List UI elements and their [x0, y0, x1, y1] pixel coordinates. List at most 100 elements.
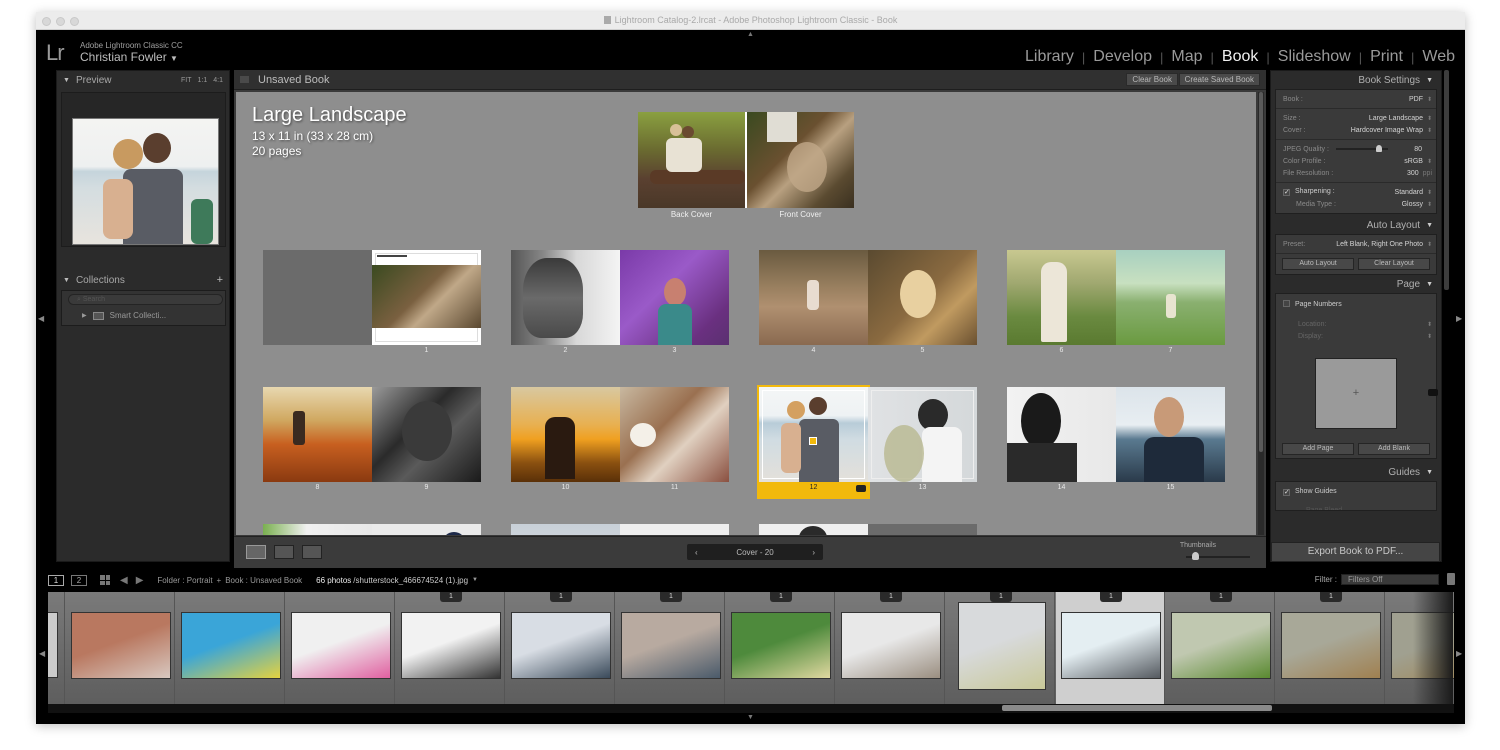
- next-page-icon[interactable]: ›: [812, 548, 815, 557]
- auto-layout-button[interactable]: Auto Layout: [1282, 258, 1354, 270]
- source-folder[interactable]: Folder : Portrait: [157, 576, 212, 585]
- single-page-view-button[interactable]: [302, 545, 322, 559]
- thumbnails-slider[interactable]: [1186, 552, 1250, 560]
- show-guides-checkbox[interactable]: ✓: [1283, 489, 1290, 496]
- module-print[interactable]: Print: [1370, 48, 1403, 66]
- page-7[interactable]: [1116, 250, 1225, 345]
- right-panel-scrollbar[interactable]: [1444, 70, 1449, 290]
- export-book-button[interactable]: Export Book to PDF...: [1271, 542, 1440, 562]
- collection-item[interactable]: ▶ Smart Collecti...: [82, 311, 166, 320]
- spread-12-13[interactable]: [759, 387, 977, 482]
- color-profile-select[interactable]: Color Profile : sRGB ⬍: [1276, 155, 1436, 167]
- page-15[interactable]: [1116, 387, 1225, 482]
- page-numbers-checkbox[interactable]: [1283, 300, 1290, 307]
- auto-layout-header[interactable]: Auto Layout ▼: [1271, 216, 1441, 234]
- page-bleed-row[interactable]: Page Bleed: [1276, 504, 1436, 511]
- caret-down-icon[interactable]: ▼: [472, 577, 478, 583]
- filmstrip-cell[interactable]: 1: [396, 592, 505, 704]
- previous-page-icon[interactable]: ‹: [695, 548, 698, 557]
- page-template-thumbnail[interactable]: +: [1315, 358, 1397, 429]
- multi-page-view-button[interactable]: [246, 545, 266, 559]
- filmstrip-cell-selected[interactable]: 1: [1056, 592, 1165, 704]
- filmstrip-cell[interactable]: [48, 592, 65, 704]
- spread-view-button[interactable]: [274, 545, 294, 559]
- bottom-panel-toggle-icon[interactable]: ▼: [747, 714, 754, 721]
- page-numbers-row[interactable]: Page Numbers: [1276, 298, 1436, 310]
- spread-18-19[interactable]: [511, 524, 729, 535]
- book-type-select[interactable]: Book : PDF ⬍: [1276, 93, 1436, 105]
- preset-select[interactable]: Preset: Left Blank, Right One Photo ⬍: [1276, 238, 1436, 250]
- module-slideshow[interactable]: Slideshow: [1278, 48, 1351, 66]
- forward-arrow-icon[interactable]: ▶: [136, 575, 144, 586]
- filmstrip-cell[interactable]: 1: [836, 592, 945, 704]
- filmstrip-cell[interactable]: 1: [506, 592, 615, 704]
- page-14[interactable]: [1007, 387, 1116, 482]
- module-book[interactable]: Book: [1222, 48, 1258, 66]
- page-6[interactable]: [1007, 250, 1116, 345]
- filmstrip-cell[interactable]: 1: [1276, 592, 1385, 704]
- filmstrip-scrollbar[interactable]: [1002, 705, 1272, 711]
- collections-panel-header[interactable]: ▼ Collections +: [57, 271, 229, 289]
- multi-page-view[interactable]: Large Landscape 13 x 11 in (33 x 28 cm) …: [236, 92, 1256, 535]
- add-blank-button[interactable]: Add Blank: [1358, 443, 1430, 455]
- page-5[interactable]: [868, 250, 977, 345]
- slider-knob[interactable]: [1375, 145, 1382, 152]
- filter-select[interactable]: Filters Off: [1341, 574, 1439, 585]
- filmstrip-cell[interactable]: [66, 592, 175, 704]
- zoom-4-1[interactable]: 4:1: [213, 77, 223, 84]
- spread-6-7[interactable]: [1007, 250, 1225, 345]
- page-20[interactable]: [759, 524, 868, 535]
- display-select[interactable]: Display: ⬍: [1276, 330, 1436, 342]
- top-panel-toggle-icon[interactable]: ▲: [747, 31, 754, 38]
- size-select[interactable]: Size : Large Landscape ⬍: [1276, 112, 1436, 124]
- spread-14-15[interactable]: [1007, 387, 1225, 482]
- spread-2-3[interactable]: [511, 250, 729, 345]
- source-book[interactable]: Book : Unsaved Book: [225, 576, 302, 585]
- back-arrow-icon[interactable]: ◀: [120, 575, 128, 586]
- module-library[interactable]: Library: [1025, 48, 1074, 66]
- media-type-select[interactable]: Media Type : Glossy ⬍: [1276, 198, 1436, 210]
- page-4[interactable]: [759, 250, 868, 345]
- filmstrip-cell[interactable]: 1: [946, 592, 1055, 704]
- spread-20[interactable]: [759, 524, 977, 535]
- zoom-1-1[interactable]: 1:1: [198, 77, 208, 84]
- sharpening-checkbox[interactable]: ✓: [1283, 189, 1290, 196]
- page-16[interactable]: [263, 524, 372, 535]
- photo-handle[interactable]: [809, 437, 817, 445]
- filmstrip-cell[interactable]: 1: [1166, 592, 1275, 704]
- page-10[interactable]: [511, 387, 620, 482]
- spread-4-5[interactable]: [759, 250, 977, 345]
- filmstrip-cell[interactable]: [286, 592, 395, 704]
- slider-knob[interactable]: [1192, 552, 1199, 560]
- filmstrip-scroll-right-icon[interactable]: ▶: [1456, 649, 1462, 658]
- secondary-window-button[interactable]: 2: [71, 574, 87, 586]
- filmstrip[interactable]: 1 1 1 1 1 1 1 1 1: [48, 592, 1454, 704]
- filmstrip-cell[interactable]: 1: [616, 592, 725, 704]
- page-1[interactable]: [372, 250, 481, 345]
- spread-1[interactable]: [263, 250, 481, 345]
- preview-navigator[interactable]: [61, 92, 226, 247]
- add-collection-icon[interactable]: +: [217, 274, 223, 286]
- show-guides-row[interactable]: ✓ Show Guides: [1276, 486, 1436, 498]
- page-options-menu-icon[interactable]: [856, 485, 866, 492]
- blank-page[interactable]: [868, 524, 977, 535]
- preview-panel-header[interactable]: ▼ Preview FIT 1:1 4:1: [57, 71, 229, 89]
- template-menu-icon[interactable]: [1428, 389, 1438, 396]
- zoom-fit[interactable]: FIT: [181, 77, 192, 84]
- front-cover-page[interactable]: [747, 112, 854, 208]
- filter-lock-icon[interactable]: [1447, 573, 1455, 585]
- location-select[interactable]: Location: ⬍: [1276, 318, 1436, 330]
- page-2[interactable]: [511, 250, 620, 345]
- page-13[interactable]: [868, 387, 977, 482]
- page-8[interactable]: [263, 387, 372, 482]
- grid-view-icon[interactable]: [100, 575, 110, 585]
- filmstrip-scroll-left-icon[interactable]: ◀: [39, 649, 45, 658]
- sharpening-select[interactable]: ✓ Sharpening : Standard ⬍: [1276, 186, 1436, 198]
- cover-spread[interactable]: [638, 112, 854, 208]
- module-map[interactable]: Map: [1171, 48, 1202, 66]
- clear-layout-button[interactable]: Clear Layout: [1358, 258, 1430, 270]
- filmstrip-cell[interactable]: [176, 592, 285, 704]
- file-resolution-input[interactable]: 300: [1407, 170, 1419, 177]
- filmstrip-cell[interactable]: 1: [726, 592, 835, 704]
- module-web[interactable]: Web: [1422, 48, 1455, 66]
